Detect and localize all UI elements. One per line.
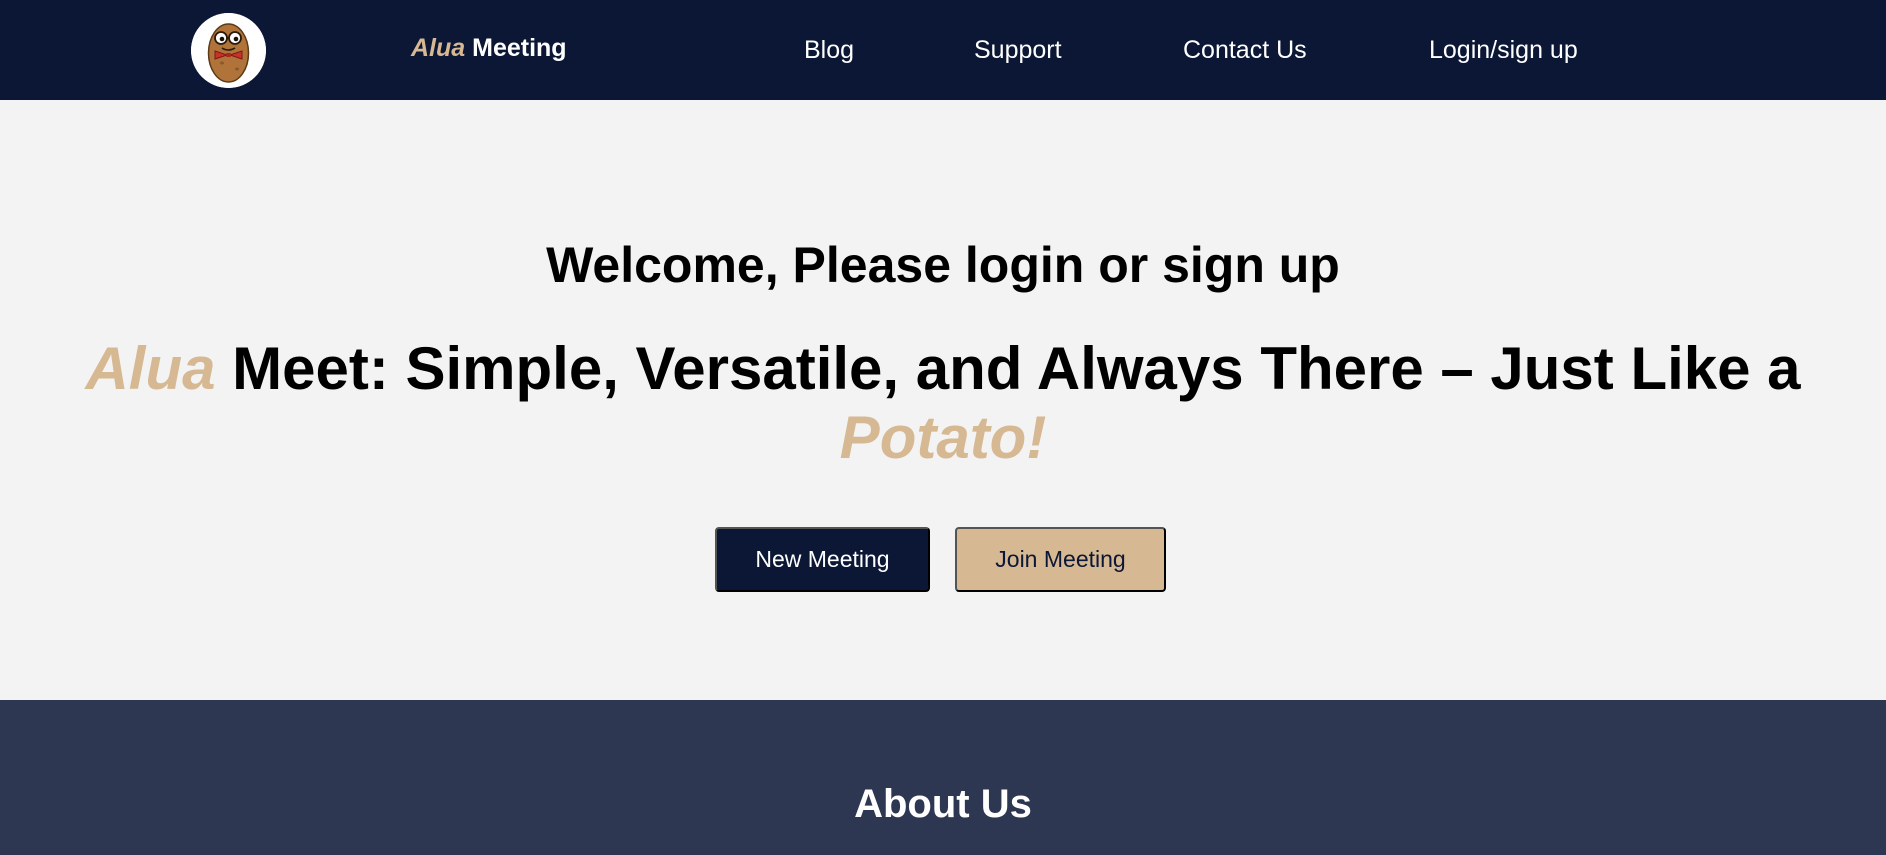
nav-link-contact-us[interactable]: Contact Us xyxy=(1183,36,1307,65)
top-navbar: Alua Meeting Blog Support Contact Us Log… xyxy=(0,0,1886,100)
about-section: About Us xyxy=(0,700,1886,855)
tagline-middle: Meet: Simple, Versatile, and Always Ther… xyxy=(215,335,1801,402)
new-meeting-button[interactable]: New Meeting xyxy=(715,527,930,592)
nav-link-support[interactable]: Support xyxy=(974,36,1062,65)
tagline-heading: Alua Meet: Simple, Versatile, and Always… xyxy=(70,334,1816,472)
hero-section: Welcome, Please login or sign up Alua Me… xyxy=(0,100,1886,700)
brand-rest: Meeting xyxy=(465,34,567,62)
welcome-heading: Welcome, Please login or sign up xyxy=(546,237,1340,293)
tagline-accent-alua: Alua xyxy=(85,335,216,402)
about-us-heading: About Us xyxy=(854,782,1032,826)
join-meeting-button[interactable]: Join Meeting xyxy=(955,527,1166,592)
brand-accent: Alua xyxy=(411,34,466,62)
nav-link-login-signup[interactable]: Login/sign up xyxy=(1429,36,1578,65)
nav-link-blog[interactable]: Blog xyxy=(804,36,854,65)
tagline-accent-potato: Potato! xyxy=(839,404,1047,471)
potato-mascot-icon[interactable] xyxy=(191,13,266,88)
brand-name[interactable]: Alua Meeting xyxy=(411,34,567,63)
